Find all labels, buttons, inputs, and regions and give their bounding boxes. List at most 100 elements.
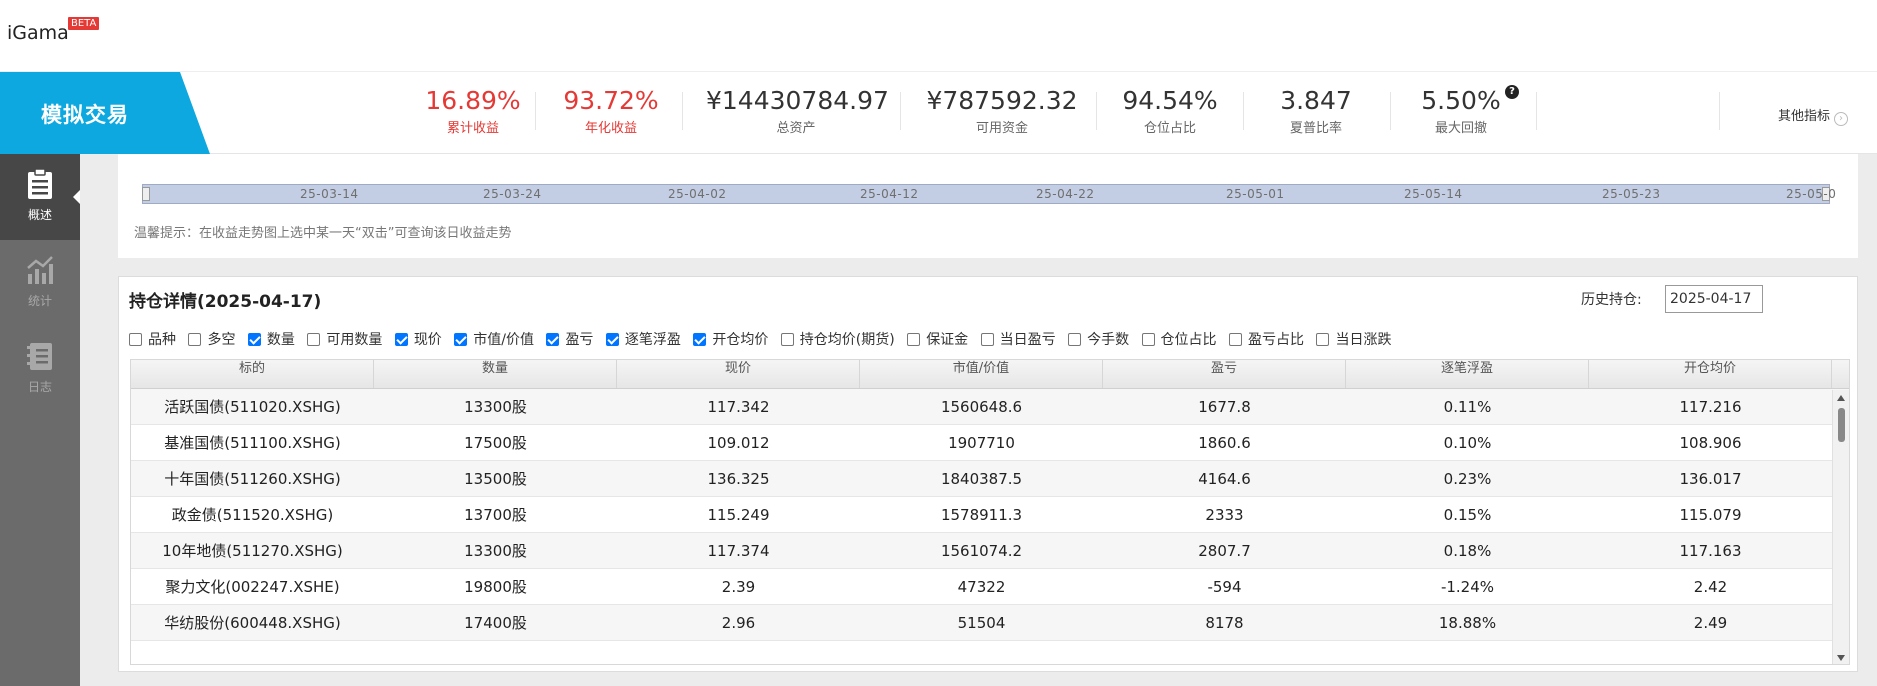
cell: 17500股 xyxy=(464,434,527,452)
table-row[interactable]: 活跃国债(511020.XSHG) 13300股 117.342 1560648.6 1… xyxy=(131,389,1849,425)
filter-checkbox[interactable]: 持仓均价(期货) xyxy=(780,329,895,349)
cell: 10年地债(511270.XSHG) xyxy=(162,542,343,560)
checkbox[interactable] xyxy=(1316,333,1330,346)
checkbox[interactable] xyxy=(394,333,408,346)
cell: 基准国债(511100.XSHG) xyxy=(164,434,341,452)
tick-label: 25-04-02 xyxy=(668,187,727,201)
column-header[interactable]: 标的 xyxy=(131,360,374,388)
table-scrollbar[interactable] xyxy=(1832,390,1849,664)
column-header[interactable]: 数量 xyxy=(374,360,617,388)
scroll-up-arrow-icon[interactable] xyxy=(1837,395,1845,401)
cell: 1840387.5 xyxy=(940,470,1023,488)
checkbox[interactable] xyxy=(307,333,321,346)
checkbox[interactable] xyxy=(780,333,794,346)
checkbox[interactable] xyxy=(129,333,142,346)
clipboard-icon xyxy=(28,168,52,199)
filter-checkbox[interactable]: 当日盈亏 xyxy=(980,329,1056,349)
filter-checkbox[interactable]: 多空 xyxy=(188,329,235,349)
checkbox[interactable] xyxy=(907,333,921,346)
checkbox[interactable] xyxy=(693,333,707,346)
cell: 1561074.2 xyxy=(940,542,1023,560)
filter-checkbox[interactable]: 当日涨跌 xyxy=(1316,329,1391,349)
cell: 活跃国债(511020.XSHG) xyxy=(164,398,341,416)
cell: 0.18% xyxy=(1443,542,1492,560)
checkbox[interactable] xyxy=(1068,333,1082,346)
checkbox[interactable] xyxy=(247,333,261,346)
filter-checkbox[interactable]: 市值/价值 xyxy=(454,329,534,349)
tick-label: 25-05-23 xyxy=(1602,187,1661,201)
filter-checkbox[interactable]: 逐笔浮盈 xyxy=(605,329,681,349)
stat-label: 夏普比率 xyxy=(1289,121,1342,136)
column-header[interactable]: 现价 xyxy=(617,360,860,388)
filter-checkbox[interactable]: 保证金 xyxy=(907,329,968,349)
column-header[interactable]: 逐笔浮盈 xyxy=(1346,360,1589,388)
filter-checkbox[interactable]: 盈亏 xyxy=(546,329,593,349)
usage-tip: 温馨提示：在收益走势图上选中某一天“双击”可查询该日收益走势 xyxy=(134,226,512,241)
cell: 2807.7 xyxy=(1198,542,1251,560)
cell: 0.10% xyxy=(1443,434,1492,452)
cell: 1677.8 xyxy=(1198,398,1251,416)
checkbox[interactable] xyxy=(188,333,202,346)
stat-value: 93.72% xyxy=(563,86,659,115)
filter-checkbox[interactable]: 开仓均价 xyxy=(693,329,768,349)
divider xyxy=(1536,92,1537,130)
filter-label: 盈亏占比 xyxy=(1248,332,1304,348)
cell: 47322 xyxy=(957,578,1006,596)
range-handle-start[interactable] xyxy=(142,187,150,201)
cell: 117.374 xyxy=(707,542,770,560)
sidebar-item-overview[interactable]: 概述 xyxy=(0,154,80,240)
column-header[interactable]: 开仓均价 xyxy=(1589,360,1832,388)
filter-label: 当日涨跌 xyxy=(1335,332,1392,348)
checkbox[interactable] xyxy=(1141,333,1155,346)
column-header[interactable]: 市值/价值 xyxy=(860,360,1103,388)
history-date-input[interactable] xyxy=(1665,285,1763,313)
holdings-panel: 持仓详情(2025-04-17) 历史持仓: 品种 多空 数量 可用数量 现价 … xyxy=(118,276,1858,672)
active-indicator xyxy=(73,190,80,204)
tick-label: 25-03-14 xyxy=(300,187,359,201)
scroll-down-arrow-icon[interactable] xyxy=(1837,655,1845,661)
app-logo[interactable]: iGama xyxy=(7,22,69,44)
column-header[interactable]: 盈亏 xyxy=(1103,360,1346,388)
table-row[interactable]: 十年国债(511260.XSHG) 13500股 136.325 1840387.5 4… xyxy=(131,461,1849,497)
table-row[interactable]: 10年地债(511270.XSHG) 13300股 117.374 1561074.2… xyxy=(131,533,1849,569)
more-metrics-link[interactable]: 其他指标 › xyxy=(1778,105,1849,126)
filter-checkbox[interactable]: 品种 xyxy=(129,329,176,349)
main-content: 25-03-14 25-03-24 25-04-02 25-04-12 25-0… xyxy=(80,154,1877,686)
filter-label: 多空 xyxy=(207,332,236,348)
date-range-slider[interactable] xyxy=(142,184,1830,204)
checkbox[interactable] xyxy=(546,333,560,346)
help-icon[interactable]: ? xyxy=(1505,85,1519,99)
scroll-thumb[interactable] xyxy=(1838,408,1845,442)
checkbox[interactable] xyxy=(605,333,619,346)
sidebar-item-log[interactable]: 日志 xyxy=(0,326,80,412)
checkbox[interactable] xyxy=(980,333,994,346)
filter-label: 逐笔浮盈 xyxy=(624,332,681,348)
tick-label: 25-05-01 xyxy=(1226,187,1285,201)
stat-available-cash: ¥787592.32 可用资金 xyxy=(920,86,1084,136)
tick-label: 25-04-12 xyxy=(860,187,919,201)
filter-checkbox[interactable]: 今手数 xyxy=(1068,329,1129,349)
filter-checkbox[interactable]: 可用数量 xyxy=(307,329,382,349)
table-row[interactable]: 基准国债(511100.XSHG) 17500股 109.012 1907710 186… xyxy=(131,425,1849,461)
simulated-trading-tab[interactable]: 模拟交易 xyxy=(0,72,210,154)
table-row[interactable]: 华纺股份(600448.XSHG) 17400股 2.96 51504 8178 18.8… xyxy=(131,605,1849,641)
cell: 117.216 xyxy=(1679,398,1742,416)
checkbox[interactable] xyxy=(1229,333,1242,346)
stat-value: ¥787592.32 xyxy=(926,86,1078,115)
sidebar-item-statistics[interactable]: 统计 xyxy=(0,240,80,326)
cell: 1860.6 xyxy=(1198,434,1251,452)
table-row[interactable]: 政金债(511520.XSHG) 13700股 115.249 1578911.3 23… xyxy=(131,497,1849,533)
filter-checkbox[interactable]: 仓位占比 xyxy=(1141,329,1217,349)
filter-checkbox[interactable]: 数量 xyxy=(247,329,295,349)
filter-label: 数量 xyxy=(266,332,295,348)
cell: 聚力文化(002247.XSHE) xyxy=(165,578,340,596)
cell: 13300股 xyxy=(464,542,527,560)
table-row[interactable]: 聚力文化(002247.XSHE) 19800股 2.39 47322 -594 -1.2… xyxy=(131,569,1849,605)
filter-checkbox[interactable]: 盈亏占比 xyxy=(1229,329,1304,349)
cell: 13300股 xyxy=(464,398,527,416)
divider xyxy=(535,92,536,130)
filter-checkbox[interactable]: 现价 xyxy=(394,329,442,349)
filter-label: 持仓均价(期货) xyxy=(799,332,895,348)
checkbox[interactable] xyxy=(454,333,468,346)
cell: 2333 xyxy=(1205,506,1244,524)
